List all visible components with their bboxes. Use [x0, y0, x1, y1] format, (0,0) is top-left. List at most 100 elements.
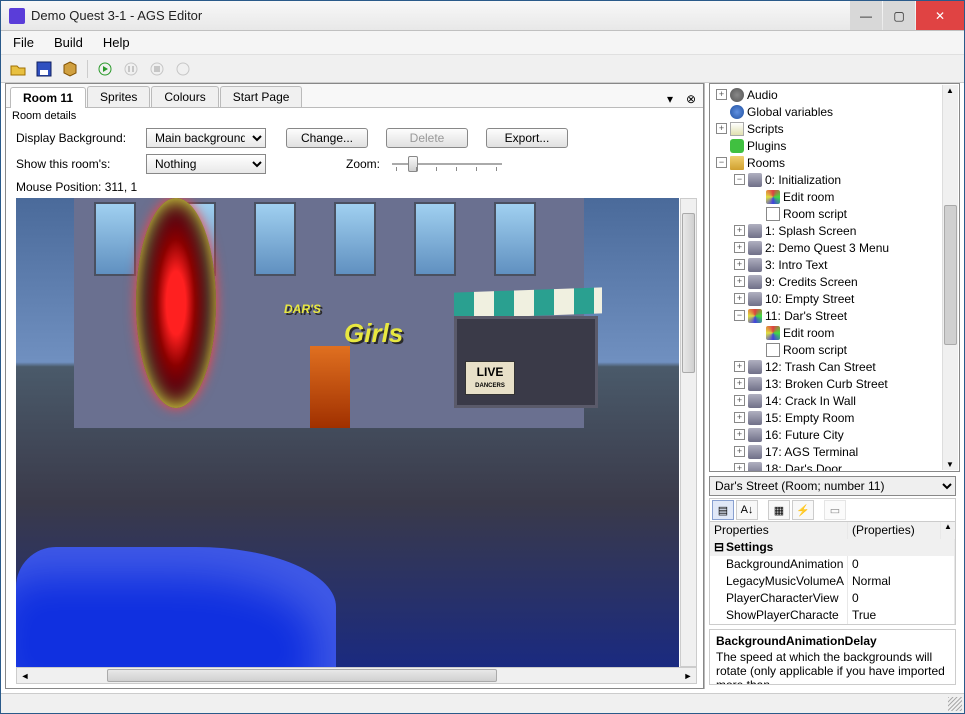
prop-events-icon[interactable]: ⚡: [792, 500, 814, 520]
tab-close-icon[interactable]: ⊗: [683, 91, 699, 107]
property-row[interactable]: BackgroundAnimation0: [710, 556, 955, 573]
expand-icon[interactable]: [734, 429, 745, 440]
room-icon: [748, 360, 762, 374]
tree-node[interactable]: 13: Broken Curb Street: [712, 375, 957, 392]
no-expand: [752, 344, 763, 355]
tree-node[interactable]: Edit room: [712, 188, 957, 205]
titlebar[interactable]: Demo Quest 3-1 - AGS Editor — ▢ ✕: [1, 1, 964, 31]
prop-pane-icon[interactable]: ▭: [824, 500, 846, 520]
menu-file[interactable]: File: [13, 35, 34, 50]
expand-icon[interactable]: [734, 378, 745, 389]
tree-node[interactable]: 3: Intro Text: [712, 256, 957, 273]
viewport-vscroll[interactable]: [680, 198, 697, 667]
tree-node[interactable]: 9: Credits Screen: [712, 273, 957, 290]
tree-label: 18: Dar's Door: [765, 462, 842, 473]
collapse-icon[interactable]: [734, 310, 745, 321]
prop-value[interactable]: 0: [848, 590, 955, 607]
prop-alpha-icon[interactable]: A↓: [736, 500, 758, 520]
menu-build[interactable]: Build: [54, 35, 83, 50]
select-show-rooms[interactable]: Nothing: [146, 154, 266, 174]
doc-icon: [766, 207, 780, 221]
prop-value[interactable]: 0: [848, 556, 955, 573]
prop-pages-icon[interactable]: ▦: [768, 500, 790, 520]
tree-label: Scripts: [747, 122, 784, 136]
expand-icon[interactable]: [734, 361, 745, 372]
tree-node[interactable]: Audio: [712, 86, 957, 103]
pause-icon[interactable]: [122, 60, 140, 78]
mouse-position: Mouse Position: 311, 1: [6, 178, 703, 198]
tab-colours[interactable]: Colours: [151, 86, 218, 107]
stop-icon[interactable]: [148, 60, 166, 78]
open-icon[interactable]: [9, 60, 27, 78]
prop-value[interactable]: Normal: [848, 573, 955, 590]
tree-node[interactable]: Plugins: [712, 137, 957, 154]
select-display-bg[interactable]: Main background: [146, 128, 266, 148]
tree-node[interactable]: 12: Trash Can Street: [712, 358, 957, 375]
tab-menu-icon[interactable]: ▾: [662, 91, 678, 107]
room-viewport[interactable]: DAR'S Girls LIVEDANCERS: [16, 198, 697, 667]
project-tree[interactable]: Audio Global variables ScriptsPluginsRooms…: [709, 83, 960, 472]
expand-icon[interactable]: [734, 412, 745, 423]
change-button[interactable]: Change...: [286, 128, 368, 148]
tab-sprites[interactable]: Sprites: [87, 86, 150, 107]
property-grid[interactable]: Properties(Properties)▲ ⊟Settings Backgr…: [709, 522, 956, 625]
expand-icon[interactable]: [734, 293, 745, 304]
minimize-button[interactable]: —: [850, 1, 882, 30]
property-object-select[interactable]: Dar's Street (Room; number 11): [709, 476, 956, 496]
property-row[interactable]: PlayerCharacterView0: [710, 590, 955, 607]
menu-help[interactable]: Help: [103, 35, 130, 50]
tree-label: 12: Trash Can Street: [765, 360, 876, 374]
zoom-slider[interactable]: [392, 155, 502, 173]
script-icon: [730, 122, 744, 136]
tree-node[interactable]: 17: AGS Terminal: [712, 443, 957, 460]
tree-node[interactable]: Room script: [712, 341, 957, 358]
tree-node[interactable]: 0: Initialization: [712, 171, 957, 188]
close-button[interactable]: ✕: [916, 1, 964, 30]
tree-node[interactable]: 14: Crack In Wall: [712, 392, 957, 409]
resize-grip[interactable]: [948, 697, 962, 711]
expand-icon[interactable]: [734, 259, 745, 270]
tab-startpage[interactable]: Start Page: [220, 86, 303, 107]
tree-node[interactable]: Edit room: [712, 324, 957, 341]
export-button[interactable]: Export...: [486, 128, 568, 148]
tree-node[interactable]: 2: Demo Quest 3 Menu: [712, 239, 957, 256]
run-icon[interactable]: [96, 60, 114, 78]
expand-icon[interactable]: [734, 395, 745, 406]
expand-icon[interactable]: [734, 276, 745, 287]
expand-icon[interactable]: [716, 89, 727, 100]
expand-icon[interactable]: [734, 225, 745, 236]
tree-node[interactable]: Global variables: [712, 103, 957, 120]
expand-icon[interactable]: [734, 242, 745, 253]
expand-icon[interactable]: [734, 446, 745, 457]
tree-node[interactable]: Rooms: [712, 154, 957, 171]
tree-label: 13: Broken Curb Street: [765, 377, 888, 391]
tree-node[interactable]: Scripts: [712, 120, 957, 137]
tree-scrollbar[interactable]: ▲▼: [942, 85, 958, 470]
tree-label: Global variables: [747, 105, 833, 119]
audio-icon: [730, 88, 744, 102]
tree-node[interactable]: 16: Future City: [712, 426, 957, 443]
prop-value[interactable]: True: [848, 607, 955, 624]
collapse-icon[interactable]: [734, 174, 745, 185]
tree-node[interactable]: 18: Dar's Door: [712, 460, 957, 472]
viewport-hscroll[interactable]: ◄ ►: [16, 667, 697, 684]
tree-node[interactable]: 11: Dar's Street: [712, 307, 957, 324]
scroll-right-icon[interactable]: ►: [680, 668, 696, 683]
tree-node[interactable]: Room script: [712, 205, 957, 222]
property-row[interactable]: LegacyMusicVolumeANormal: [710, 573, 955, 590]
step-icon[interactable]: [174, 60, 192, 78]
collapse-icon[interactable]: [716, 157, 727, 168]
prop-categorized-icon[interactable]: ▤: [712, 500, 734, 520]
tree-node[interactable]: 15: Empty Room: [712, 409, 957, 426]
maximize-button[interactable]: ▢: [883, 1, 915, 30]
scene-neon: [136, 198, 216, 408]
property-row[interactable]: ShowPlayerCharacteTrue: [710, 607, 955, 624]
expand-icon[interactable]: [734, 463, 745, 472]
package-icon[interactable]: [61, 60, 79, 78]
save-icon[interactable]: [35, 60, 53, 78]
tree-node[interactable]: 1: Splash Screen: [712, 222, 957, 239]
tab-room[interactable]: Room 11: [10, 87, 86, 108]
expand-icon[interactable]: [716, 123, 727, 134]
tree-node[interactable]: 10: Empty Street: [712, 290, 957, 307]
scroll-left-icon[interactable]: ◄: [17, 668, 33, 683]
